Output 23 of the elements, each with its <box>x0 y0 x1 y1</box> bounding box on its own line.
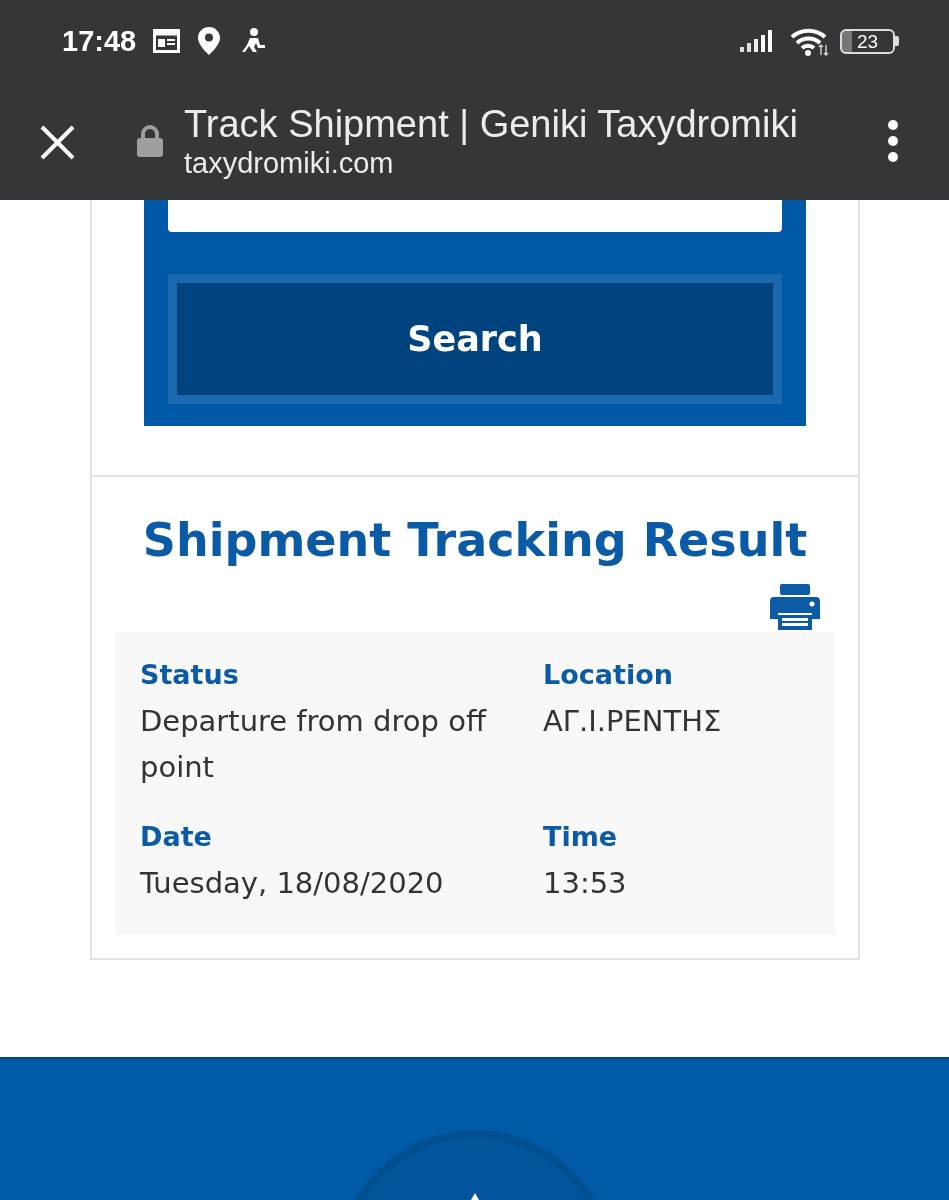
signal-icon <box>740 30 775 52</box>
field-label: Time <box>543 820 618 854</box>
battery-percentage: 23 <box>856 31 879 51</box>
field-value: ΑΓ.Ι.ΡΕΝΤΗΣ <box>543 703 722 740</box>
field-value: Departure from drop off point <box>140 703 488 786</box>
search-button[interactable]: Search <box>177 283 773 395</box>
menu-button[interactable] <box>887 120 899 162</box>
field-value: 13:53 <box>543 865 627 902</box>
clock-time: 17:48 <box>62 26 137 56</box>
wifi-icon <box>790 26 829 56</box>
result-title: Shipment Tracking Result <box>141 512 809 568</box>
print-button[interactable] <box>770 584 820 630</box>
field-value: Tuesday, 18/08/2020 <box>140 865 444 902</box>
field-label: Date <box>140 820 212 854</box>
figure-icon <box>241 27 267 55</box>
close-button[interactable] <box>40 124 75 160</box>
calendar-icon <box>153 29 181 53</box>
lock-icon <box>137 125 163 157</box>
field-label: Status <box>140 658 239 692</box>
field-label: Location <box>543 658 673 692</box>
location-pin-icon <box>198 27 221 55</box>
page-url: taxydromiki.com <box>184 146 395 180</box>
page-title: Track Shipment | Geniki Taxydromiki <box>184 102 798 146</box>
